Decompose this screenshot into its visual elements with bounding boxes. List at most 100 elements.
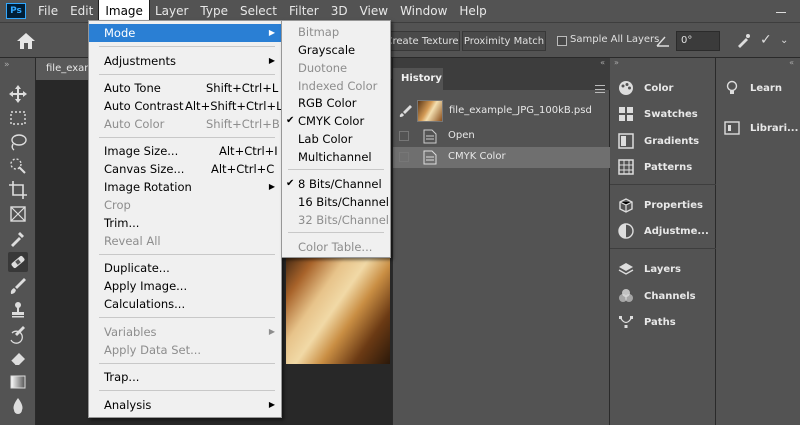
quick-selection-tool-icon[interactable] — [8, 156, 28, 176]
lasso-tool-icon[interactable] — [8, 132, 28, 152]
menu-item-analysis[interactable]: Analysis ▶ — [89, 396, 281, 414]
menu-filter[interactable]: Filter — [283, 0, 325, 22]
panel-properties[interactable]: Properties — [618, 194, 703, 216]
panel-libraries[interactable]: Librari... — [724, 117, 798, 139]
snapshot-name: file_example_JPG_100kB.psd — [449, 105, 592, 116]
menu-item-crop: Crop — [104, 198, 131, 212]
menu-item-trim[interactable]: Trim... — [89, 214, 281, 232]
home-icon[interactable] — [16, 32, 36, 50]
chevron-down-icon[interactable]: ⌄ — [780, 35, 788, 46]
tools-panel: » — [0, 58, 36, 425]
mode-item-8-bits[interactable]: ✔ 8 Bits/Channel — [282, 175, 390, 193]
mode-item-grayscale[interactable]: Grayscale — [282, 41, 390, 59]
checkmark-icon: ✔ — [286, 178, 295, 189]
panel-channels[interactable]: Channels — [618, 285, 696, 307]
menu-help[interactable]: Help — [453, 0, 492, 22]
panel-swatches[interactable]: Swatches — [618, 103, 698, 125]
image-menu-dropdown: Mode ▶ Adjustments ▶ Auto Tone Shift+Ctrl+L… — [88, 20, 283, 418]
tab-history[interactable]: History — [393, 68, 443, 90]
panel-color[interactable]: Color — [618, 77, 673, 99]
mode-item-indexed-color: Indexed Color — [298, 79, 378, 93]
menu-file[interactable]: File — [32, 0, 64, 22]
collapse-icon[interactable]: « — [789, 58, 794, 67]
panel-group-divider — [610, 184, 716, 185]
menu-item-trap[interactable]: Trap... — [89, 368, 281, 386]
document-tab[interactable]: file_example_JPG_100kB.psd — [36, 58, 90, 80]
mode-item-cmyk-color[interactable]: ✔ CMYK Color — [282, 112, 390, 130]
collapse-icon[interactable]: » — [4, 60, 10, 70]
panel-learn[interactable]: Learn — [724, 77, 782, 99]
submenu-arrow-icon: ▶ — [268, 327, 275, 336]
history-brush-tool-icon[interactable] — [8, 324, 28, 344]
minimize-window-button[interactable] — [774, 3, 788, 17]
menu-image[interactable]: Image — [98, 0, 150, 23]
sample-all-layers-checkbox[interactable] — [557, 36, 567, 46]
menu-item-duplicate[interactable]: Duplicate... — [89, 259, 281, 277]
history-snapshot[interactable]: file_example_JPG_100kB.psd — [393, 94, 611, 128]
panel-paths[interactable]: Paths — [618, 311, 676, 333]
history-step-cmyk-color[interactable]: CMYK Color — [393, 147, 611, 168]
menu-item-apply-image[interactable]: Apply Image... — [89, 277, 281, 295]
menu-3d[interactable]: 3D — [325, 0, 354, 22]
brush-tool-icon[interactable] — [8, 276, 28, 296]
document-icon — [423, 150, 437, 165]
blur-tool-icon[interactable] — [8, 396, 28, 416]
photoshop-logo[interactable]: Ps — [6, 3, 26, 19]
menu-edit[interactable]: Edit — [64, 0, 99, 22]
panel-adjustments[interactable]: Adjustme... — [618, 220, 709, 242]
panel-gradients[interactable]: Gradients — [618, 130, 699, 152]
eyedropper-tool-icon[interactable] — [8, 228, 28, 248]
mode-item-16-bits[interactable]: 16 Bits/Channel — [282, 193, 390, 211]
history-source-brush-icon[interactable] — [399, 104, 413, 118]
create-texture-button[interactable]: Create Texture — [384, 31, 460, 51]
check-icon[interactable]: ✓ — [760, 32, 772, 48]
healing-brush-tool-selected[interactable] — [8, 252, 28, 272]
menu-select[interactable]: Select — [234, 0, 283, 22]
history-source-checkbox[interactable] — [399, 131, 409, 141]
history-step-open[interactable]: Open — [393, 126, 611, 147]
mode-item-duotone: Duotone — [298, 61, 348, 75]
angle-input[interactable]: 0° — [676, 31, 720, 51]
menu-view[interactable]: View — [354, 0, 394, 22]
patterns-icon — [618, 159, 634, 175]
collapse-icon[interactable]: » — [614, 58, 619, 67]
clone-stamp-tool-icon[interactable] — [8, 300, 28, 320]
mode-item-32-bits: 32 Bits/Channel — [298, 213, 389, 227]
history-panel-header: « — [393, 58, 611, 68]
menu-item-mode[interactable]: Mode ▶ — [89, 24, 281, 42]
menu-item-auto-tone[interactable]: Auto Tone Shift+Ctrl+L — [89, 79, 281, 97]
panel-patterns[interactable]: Patterns — [618, 156, 692, 178]
eraser-tool-icon[interactable] — [8, 348, 28, 368]
menu-item-calculations[interactable]: Calculations... — [89, 295, 281, 313]
move-tool-icon[interactable] — [8, 84, 28, 104]
collapse-icon[interactable]: « — [600, 58, 605, 67]
menu-bar: Ps File Edit Image Layer Type Select Fil… — [0, 0, 800, 23]
gradients-icon — [618, 133, 634, 149]
canvas-image — [286, 252, 390, 364]
swatches-icon — [619, 107, 633, 121]
gradient-tool-icon[interactable] — [8, 372, 28, 392]
menu-type[interactable]: Type — [194, 0, 234, 22]
panel-layers[interactable]: Layers — [618, 258, 681, 280]
menu-item-image-rotation[interactable]: Image Rotation ▶ — [89, 178, 281, 196]
crop-tool-icon[interactable] — [8, 180, 28, 200]
mode-item-lab-color[interactable]: Lab Color — [282, 130, 390, 148]
mode-item-multichannel[interactable]: Multichannel — [282, 148, 390, 166]
panel-menu-icon[interactable] — [595, 85, 605, 93]
mode-item-rgb-color[interactable]: RGB Color — [282, 94, 390, 112]
history-source-checkbox[interactable] — [399, 152, 409, 162]
menu-layer[interactable]: Layer — [149, 0, 194, 22]
menu-item-auto-contrast[interactable]: Auto Contrast Alt+Shift+Ctrl+L — [89, 97, 283, 115]
document-icon — [423, 129, 437, 144]
menu-item-canvas-size[interactable]: Canvas Size... Alt+Ctrl+C — [89, 160, 281, 178]
history-step-label: CMYK Color — [448, 151, 506, 162]
brush-pressure-icon[interactable] — [735, 33, 751, 49]
menu-item-image-size[interactable]: Image Size... Alt+Ctrl+I — [89, 142, 281, 160]
proximity-match-button[interactable]: Proximity Match — [462, 31, 546, 51]
menu-item-adjustments[interactable]: Adjustments ▶ — [89, 52, 281, 70]
frame-tool-icon[interactable] — [8, 204, 28, 224]
mode-submenu: Bitmap Grayscale Duotone Indexed Color R… — [281, 20, 391, 258]
menu-window[interactable]: Window — [394, 0, 453, 22]
marquee-tool-icon[interactable] — [8, 108, 28, 128]
snapshot-thumbnail — [417, 100, 443, 122]
